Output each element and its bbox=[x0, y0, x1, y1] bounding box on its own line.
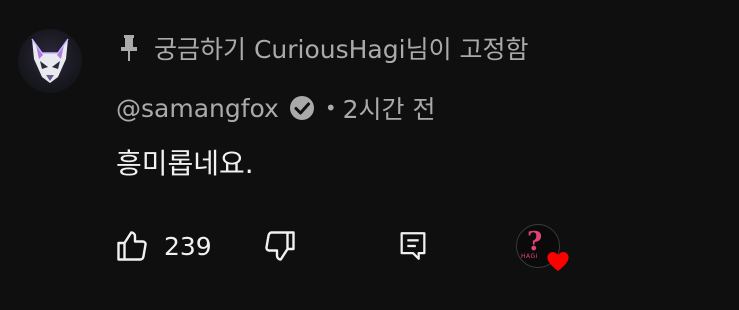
reply-icon bbox=[400, 232, 426, 260]
author-avatar[interactable] bbox=[18, 29, 82, 93]
dislike-button[interactable] bbox=[262, 222, 298, 270]
creator-heart-icon: ? HAGI bbox=[516, 224, 569, 271]
verified-check-icon bbox=[289, 95, 315, 121]
creator-heart[interactable]: ? HAGI bbox=[516, 222, 572, 271]
pinned-text: 궁금하기 CuriousHagi님이 고정함 bbox=[154, 35, 529, 64]
like-button[interactable]: 239 bbox=[114, 222, 212, 270]
pinned-label: 궁금하기 CuriousHagi님이 고정함 bbox=[118, 30, 529, 66]
comment-timestamp[interactable]: 2시간 전 bbox=[343, 90, 436, 126]
like-count: 239 bbox=[164, 231, 212, 261]
fox-avatar-icon bbox=[31, 38, 69, 83]
author-handle[interactable]: @samangfox bbox=[116, 94, 279, 123]
pinned-comment: 궁금하기 CuriousHagi님이 고정함 @samangfox • 2시간 … bbox=[0, 0, 739, 310]
comment-body: 흥미롭네요. bbox=[116, 147, 254, 180]
thumbs-down-icon bbox=[265, 231, 295, 261]
heart-icon bbox=[547, 252, 569, 271]
pin-icon bbox=[118, 33, 140, 63]
thumbs-up-icon bbox=[117, 231, 147, 261]
reply-button[interactable] bbox=[396, 222, 430, 270]
comment-actions: 239 ? HAGI bbox=[0, 222, 739, 271]
separator-dot: • bbox=[324, 96, 337, 120]
author-line: @samangfox • 2시간 전 bbox=[116, 90, 436, 126]
